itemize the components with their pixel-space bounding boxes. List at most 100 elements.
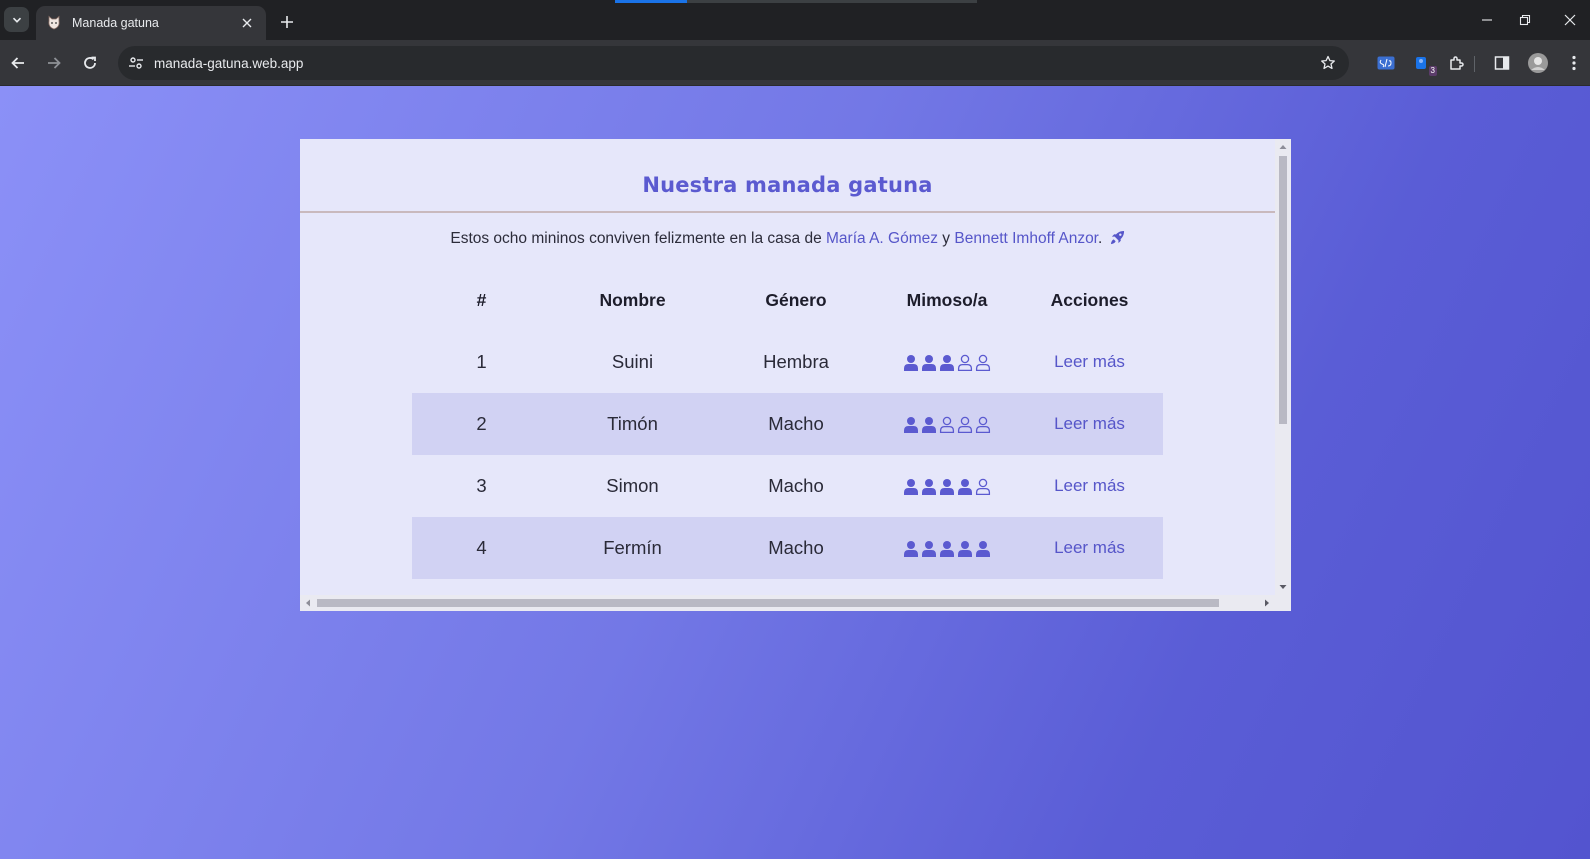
scroll-left-arrow-icon[interactable] bbox=[300, 595, 316, 611]
new-tab-button[interactable] bbox=[275, 10, 299, 34]
row-gender: Macho bbox=[714, 393, 878, 455]
user-outline-icon bbox=[975, 416, 991, 434]
vertical-scroll-thumb[interactable] bbox=[1279, 156, 1287, 424]
url-text: manada-gatuna.web.app bbox=[154, 55, 304, 71]
cuddly-rating bbox=[903, 540, 991, 558]
header-gender: Género bbox=[765, 289, 827, 310]
scrollbar-corner bbox=[1275, 595, 1291, 611]
user-outline-icon bbox=[975, 478, 991, 496]
scroll-up-arrow-icon[interactable] bbox=[1275, 139, 1291, 155]
user-outline-icon bbox=[957, 354, 973, 372]
sass-extension-icon bbox=[1377, 56, 1395, 70]
row-gender: Macho bbox=[714, 517, 878, 579]
read-more-link[interactable]: Leer más bbox=[1016, 455, 1163, 517]
header-actions: Acciones bbox=[1050, 289, 1129, 310]
minimize-icon bbox=[1482, 19, 1492, 21]
user-solid-icon bbox=[940, 541, 954, 558]
user-solid-icon bbox=[940, 479, 954, 496]
reload-button[interactable] bbox=[76, 49, 104, 77]
forward-button[interactable] bbox=[40, 49, 68, 77]
close-window-button[interactable] bbox=[1547, 0, 1590, 40]
user-solid-icon bbox=[922, 541, 936, 558]
extension-badge: 3 bbox=[1428, 66, 1437, 76]
bookmark-star-icon[interactable] bbox=[1313, 48, 1343, 78]
read-more-link[interactable]: Leer más bbox=[1016, 517, 1163, 579]
browser-menu-button[interactable] bbox=[1560, 49, 1588, 77]
row-number: 4 bbox=[412, 517, 551, 579]
user-outline-icon bbox=[939, 416, 955, 434]
user-outline-icon bbox=[975, 354, 991, 372]
cuddly-rating bbox=[903, 416, 991, 434]
user-solid-icon bbox=[904, 479, 918, 496]
read-more-link[interactable]: Leer más bbox=[1016, 331, 1163, 393]
site-settings-icon[interactable] bbox=[122, 49, 150, 77]
back-button[interactable] bbox=[4, 49, 32, 77]
row-cuddly-rating bbox=[878, 455, 1016, 517]
restore-icon bbox=[1519, 14, 1531, 26]
vertical-scrollbar[interactable] bbox=[1275, 139, 1291, 595]
scroll-down-arrow-icon[interactable] bbox=[1275, 579, 1291, 595]
side-panel-icon bbox=[1494, 56, 1510, 70]
row-name: Simon bbox=[606, 475, 659, 496]
close-tab-icon[interactable] bbox=[238, 14, 256, 32]
extension-counter-button[interactable]: 3 bbox=[1408, 49, 1437, 77]
page-viewport: Nuestra manada gatuna Estos ocho mininos… bbox=[0, 86, 1590, 859]
loading-indicator bbox=[615, 0, 687, 3]
kebab-menu-icon bbox=[1572, 55, 1576, 71]
row-name: Fermín bbox=[551, 517, 714, 579]
row-number: 3 bbox=[476, 475, 487, 496]
intro-text: Estos ocho mininos conviven felizmente e… bbox=[300, 230, 1275, 248]
table-row: 1 Suini Hembra Leer más bbox=[412, 331, 1163, 393]
row-name: Timón bbox=[551, 393, 714, 455]
arrow-right-icon bbox=[48, 57, 61, 69]
side-panel-button[interactable] bbox=[1488, 49, 1516, 77]
content-card: Nuestra manada gatuna Estos ocho mininos… bbox=[300, 139, 1291, 611]
tab-title: Manada gatuna bbox=[72, 16, 159, 30]
title-divider bbox=[300, 211, 1275, 213]
chevron-down-icon bbox=[12, 17, 21, 23]
cuddly-rating bbox=[903, 354, 991, 372]
horizontal-scrollbar[interactable] bbox=[300, 595, 1275, 611]
puzzle-piece-icon bbox=[1449, 55, 1464, 70]
plus-icon bbox=[281, 16, 293, 28]
toolbar-separator bbox=[1474, 56, 1475, 72]
user-solid-icon bbox=[958, 479, 972, 496]
table-row: 4 Fermín Macho Leer más bbox=[412, 517, 1163, 579]
row-cuddly-rating bbox=[878, 393, 1016, 455]
reload-icon bbox=[84, 56, 96, 69]
table-row: 3 Simon Macho Leer más bbox=[412, 455, 1163, 517]
extensions-menu-button[interactable] bbox=[1442, 49, 1470, 77]
scroll-right-arrow-icon[interactable] bbox=[1259, 595, 1275, 611]
active-tab[interactable]: Manada gatuna bbox=[36, 6, 266, 40]
user-solid-icon bbox=[904, 541, 918, 558]
card-scroll-area[interactable]: Nuestra manada gatuna Estos ocho mininos… bbox=[300, 139, 1275, 595]
profile-button[interactable] bbox=[1524, 49, 1552, 77]
user-solid-icon bbox=[922, 417, 936, 434]
user-solid-icon bbox=[922, 355, 936, 372]
row-name: Suini bbox=[611, 351, 654, 372]
cats-table: # Nombre Género Mimoso/a Acciones 1 Suin… bbox=[412, 269, 1163, 579]
read-more-link[interactable]: Leer más bbox=[1016, 393, 1163, 455]
loading-track bbox=[687, 0, 977, 3]
intro-middle: y bbox=[938, 230, 955, 247]
row-gender: Hembra bbox=[763, 351, 829, 372]
rocket-icon bbox=[1110, 230, 1124, 245]
user-solid-icon bbox=[904, 417, 918, 434]
browser-toolbar: manada-gatuna.web.app 3 bbox=[0, 40, 1590, 86]
user-solid-icon bbox=[904, 355, 918, 372]
row-number: 2 bbox=[412, 393, 551, 455]
table-row: 2 Timón Macho Leer más bbox=[412, 393, 1163, 455]
tab-search-button[interactable] bbox=[4, 7, 29, 32]
arrow-left-icon bbox=[11, 57, 24, 69]
user-solid-icon bbox=[976, 541, 990, 558]
extension-sass-button[interactable] bbox=[1372, 49, 1400, 77]
restore-button[interactable] bbox=[1502, 0, 1548, 40]
row-cuddly-rating bbox=[878, 331, 1016, 393]
author-link-maria[interactable]: María A. Gómez bbox=[826, 230, 938, 247]
horizontal-scroll-thumb[interactable] bbox=[317, 599, 1219, 607]
page-title: Nuestra manada gatuna bbox=[642, 173, 933, 197]
author-link-bennett[interactable]: Bennett Imhoff Anzor bbox=[954, 230, 1098, 247]
user-solid-icon bbox=[922, 479, 936, 496]
user-solid-icon bbox=[940, 355, 954, 372]
address-bar[interactable]: manada-gatuna.web.app bbox=[118, 46, 1349, 80]
